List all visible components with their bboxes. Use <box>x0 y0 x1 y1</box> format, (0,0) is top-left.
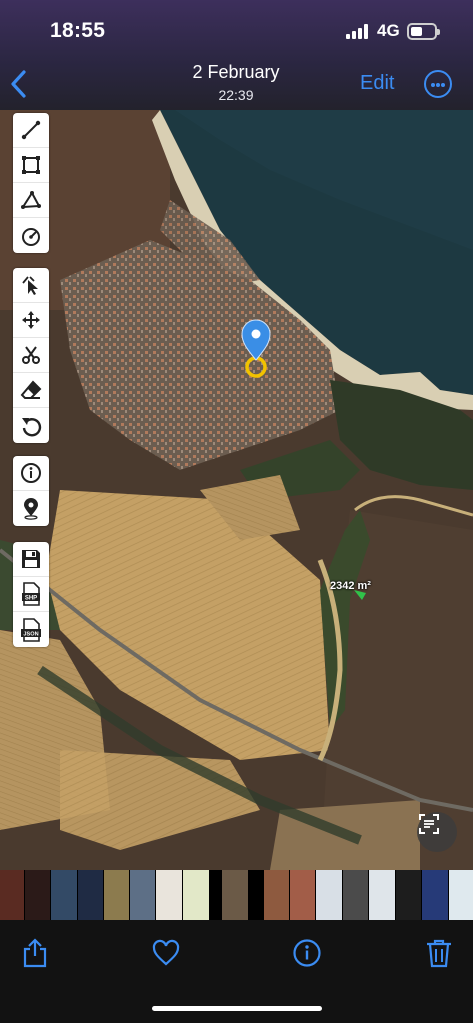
thumbnail[interactable] <box>422 870 448 920</box>
line-tool-icon[interactable] <box>13 113 49 148</box>
json-export-icon[interactable]: JSON <box>13 612 49 647</box>
thumbnail[interactable] <box>449 870 473 920</box>
thumbnail[interactable] <box>290 870 315 920</box>
battery-icon <box>407 23 440 40</box>
thumbnail[interactable] <box>316 870 342 920</box>
thumbnail[interactable] <box>183 870 209 920</box>
thumbnail[interactable] <box>25 870 50 920</box>
json-label: JSON <box>23 631 38 637</box>
shp-export-icon[interactable]: SHP <box>13 577 49 612</box>
thumbnail[interactable] <box>222 870 248 920</box>
navigation-bar: 2 February 22:39 Edit <box>0 56 473 110</box>
trash-icon[interactable] <box>424 938 454 968</box>
eraser-icon[interactable] <box>13 373 49 408</box>
file-panel: SHP JSON <box>13 542 49 647</box>
info-icon[interactable] <box>292 938 322 968</box>
thumbnail[interactable] <box>130 870 155 920</box>
shp-label: SHP <box>25 596 37 602</box>
info-panel <box>13 456 49 526</box>
chevron-left-icon[interactable] <box>8 64 32 104</box>
title-block: 2 February 22:39 <box>136 62 336 103</box>
save-icon[interactable] <box>13 542 49 577</box>
thumbnail[interactable] <box>104 870 129 920</box>
page-subtitle: 22:39 <box>218 87 254 103</box>
polygon-tool-icon[interactable] <box>13 148 49 183</box>
draw-tools-panel <box>13 113 49 253</box>
ellipsis-circle-icon[interactable] <box>424 70 452 98</box>
status-bar: 18:55 4G <box>0 0 473 56</box>
thumbnail[interactable] <box>78 870 103 920</box>
thumbnail[interactable] <box>51 870 77 920</box>
network-label: 4G <box>377 21 400 40</box>
signal-icon <box>346 24 370 39</box>
share-icon[interactable] <box>20 938 50 968</box>
heart-icon[interactable] <box>151 938 181 968</box>
thumbnail[interactable] <box>369 870 395 920</box>
select-pointer-icon[interactable] <box>13 268 49 303</box>
area-measurement-label: 2342 m² <box>330 580 371 592</box>
map-imagery <box>0 110 473 870</box>
info-icon[interactable] <box>13 456 49 491</box>
thumbnail[interactable] <box>264 870 289 920</box>
location-pin-icon[interactable] <box>13 491 49 526</box>
thumbnail[interactable] <box>0 870 24 920</box>
thumbnail[interactable] <box>156 870 182 920</box>
live-text-icon[interactable] <box>417 812 457 852</box>
move-icon[interactable] <box>13 303 49 338</box>
thumbnail[interactable] <box>343 870 368 920</box>
undo-icon[interactable] <box>13 408 49 443</box>
thumbnail-strip[interactable] <box>0 870 473 920</box>
satellite-map[interactable]: 2342 m² SHP JSON <box>0 110 473 870</box>
edit-button[interactable]: Edit <box>360 72 394 95</box>
circle-tool-icon[interactable] <box>13 218 49 253</box>
thumbnail[interactable] <box>396 870 421 920</box>
home-indicator <box>152 1006 322 1011</box>
path-tool-icon[interactable] <box>13 183 49 218</box>
page-title: 2 February <box>192 62 280 82</box>
edit-tools-panel <box>13 268 49 443</box>
scissors-icon[interactable] <box>13 338 49 373</box>
status-time: 18:55 <box>50 19 106 42</box>
